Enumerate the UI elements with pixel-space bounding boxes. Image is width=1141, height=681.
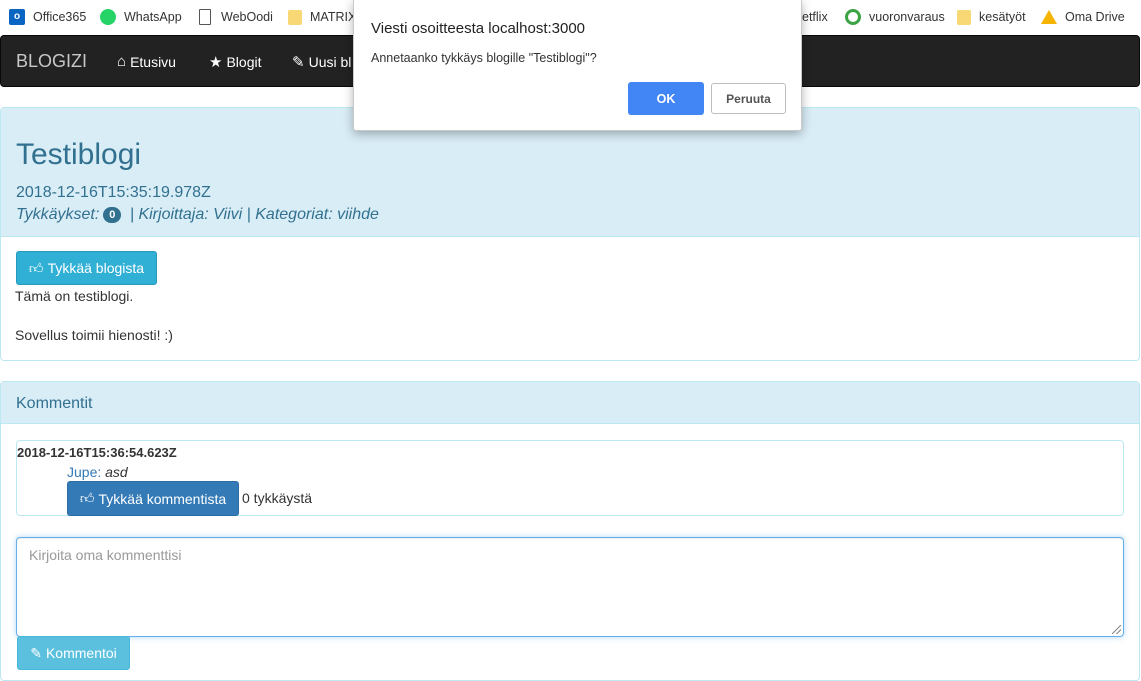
blog-meta: Tykkäykset: 0 | Kirjoittaja: Viivi | Kate… xyxy=(16,206,379,224)
ok-button[interactable]: OK xyxy=(628,82,704,115)
bookmark-weboodi[interactable]: WebOodi xyxy=(197,9,273,25)
blog-body-line-1: Tämä on testiblogi. xyxy=(15,288,134,304)
bookmark-netflix[interactable]: etflix xyxy=(802,9,828,25)
bookmark-office365[interactable]: o Office365 xyxy=(9,9,86,25)
comment-likes: 0 tykkäystä xyxy=(242,490,313,506)
nav-link-label: Blogit xyxy=(226,54,262,70)
blog-author: Viivi xyxy=(213,206,243,223)
comments-title: Kommentit xyxy=(16,395,93,412)
thumbs-up-icon: 👍︎ xyxy=(28,259,44,276)
confirm-dialog: Viesti osoitteesta localhost:3000 Anneta… xyxy=(353,0,802,131)
categories-label: | Kategoriat: xyxy=(242,206,338,223)
bookmark-oma-drive[interactable]: Oma Drive xyxy=(1041,9,1125,25)
bookmark-vuoronvaraus[interactable]: vuoronvaraus xyxy=(845,9,945,25)
blog-body-line-2: Sovellus toimii hienosti! :) xyxy=(15,327,173,343)
whatsapp-icon xyxy=(100,9,116,25)
vuoronvaraus-icon xyxy=(845,9,861,25)
blog-title: Testiblogi xyxy=(16,138,142,171)
comment-author: Jupe: xyxy=(67,464,102,480)
comment-date: 2018-12-16T15:36:54.623Z xyxy=(17,445,177,460)
author-label: | Kirjoittaja: xyxy=(125,206,214,223)
dialog-title: Viesti osoitteesta localhost:3000 xyxy=(371,20,586,37)
bookmark-label: MATRIX xyxy=(310,10,357,24)
nav-link-label: Etusivu xyxy=(130,53,176,70)
submit-comment-button[interactable]: ✎ Kommentoi xyxy=(17,636,130,670)
thumbs-up-icon: 👍︎ xyxy=(79,490,95,506)
nav-link-blogit[interactable]: ★ Blogit xyxy=(209,53,261,71)
bookmark-label: Oma Drive xyxy=(1065,10,1125,24)
bookmark-label: vuoronvaraus xyxy=(869,10,945,24)
star-icon: ★ xyxy=(209,54,223,71)
nav-link-uusi-blogi[interactable]: ✎ Uusi bl xyxy=(292,53,351,71)
brand-logo[interactable]: BLOGIZI xyxy=(16,51,87,72)
folder-icon xyxy=(957,9,971,25)
like-blog-label: Tykkää blogista xyxy=(47,260,145,276)
resize-grip-icon[interactable] xyxy=(1112,625,1121,634)
like-comment-button[interactable]: 👍︎ Tykkää kommentista xyxy=(67,481,239,516)
comment-text: asd xyxy=(105,464,128,480)
like-comment-label: Tykkää kommentista xyxy=(98,490,227,507)
bookmark-label: etflix xyxy=(802,10,828,24)
comment-author-line: Jupe: asd xyxy=(67,464,128,480)
bookmark-label: Office365 xyxy=(33,10,87,24)
submit-comment-label: Kommentoi xyxy=(45,645,117,661)
likes-label: Tykkäykset: xyxy=(16,206,100,223)
likes-badge: 0 xyxy=(103,207,122,223)
outlook-icon: o xyxy=(9,9,25,25)
blog-panel: Testiblogi 2018-12-16T15:35:19.978Z Tykk… xyxy=(0,107,1140,361)
bookmark-label: WhatsApp xyxy=(124,10,182,24)
bookmark-matrix[interactable]: MATRIX xyxy=(288,9,356,25)
drive-icon xyxy=(1041,10,1057,24)
nav-link-label: Uusi bl xyxy=(308,54,352,70)
comment-input[interactable]: Kirjoita oma kommenttisi xyxy=(16,537,1124,637)
pencil-icon: ✎ xyxy=(30,644,42,661)
bookmark-label: WebOodi xyxy=(221,10,273,24)
blog-date: 2018-12-16T15:35:19.978Z xyxy=(16,184,211,201)
bookmark-kesatyot[interactable]: kesätyöt xyxy=(957,9,1026,25)
comment-input-placeholder: Kirjoita oma kommenttisi xyxy=(29,547,182,563)
bookmark-whatsapp[interactable]: WhatsApp xyxy=(100,9,182,25)
comments-header: Kommentit xyxy=(1,382,1139,424)
dialog-message: Annetaanko tykkäys blogille "Testiblogi"… xyxy=(371,51,597,65)
blog-categories: viihde xyxy=(337,206,379,223)
bookmark-label: kesätyöt xyxy=(979,10,1026,24)
page-icon xyxy=(199,9,211,25)
comment-card: 2018-12-16T15:36:54.623Z Jupe: asd 👍︎ Ty… xyxy=(16,440,1124,516)
pencil-icon: ✎ xyxy=(292,54,305,71)
like-blog-button[interactable]: 👍︎ Tykkää blogista xyxy=(16,251,157,285)
home-icon: ⌂ xyxy=(117,53,127,70)
cancel-button[interactable]: Peruuta xyxy=(711,83,786,114)
nav-link-etusivu[interactable]: ⌂ Etusivu xyxy=(117,53,176,70)
folder-icon xyxy=(288,9,302,25)
